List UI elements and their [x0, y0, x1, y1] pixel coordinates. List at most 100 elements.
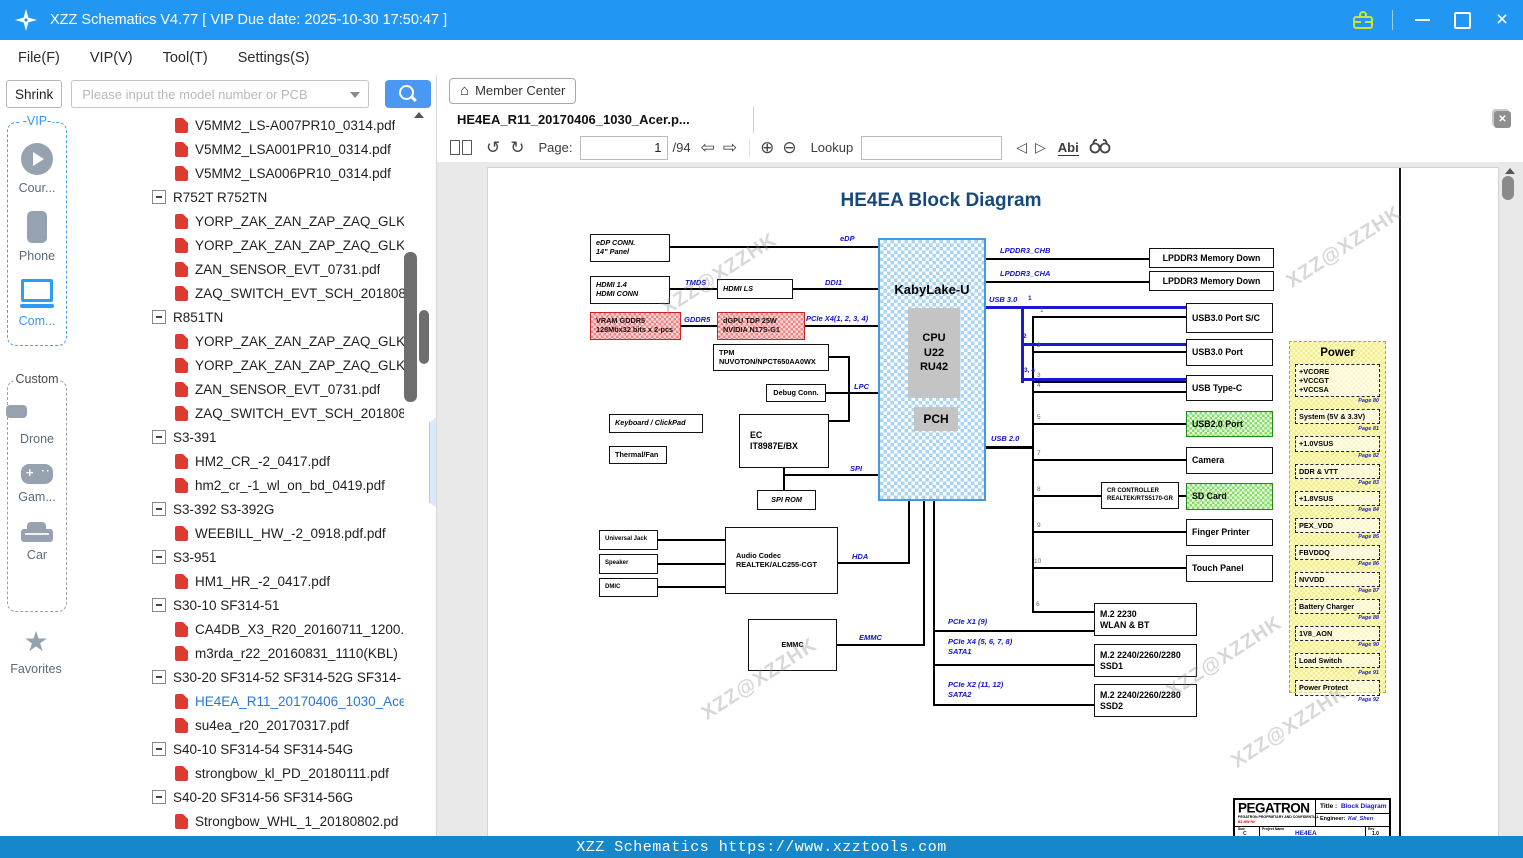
sidebar-item-computer[interactable]: Com... [8, 279, 66, 328]
tree-item[interactable]: CA4DB_X3_R20_20160711_1200. [72, 617, 404, 641]
tree-item[interactable]: ZAQ_SWITCH_EVT_SCH_2018080 [72, 281, 404, 305]
collapse-icon[interactable] [152, 742, 166, 756]
tree-item[interactable]: ZAN_SENSOR_EVT_0731.pdf [72, 257, 404, 281]
diagram-box: Finger Printer [1186, 519, 1273, 546]
shrink-button[interactable]: Shrink [6, 80, 63, 108]
zoom-in-icon[interactable]: ⊕ [760, 139, 774, 156]
tree-item[interactable]: YORP_ZAK_ZAN_ZAP_ZAQ_GLK_ [72, 329, 404, 353]
diagram-box-cpu: CPU U22 RU42 [908, 308, 960, 398]
model-search-input[interactable] [80, 85, 369, 103]
tree-item[interactable]: S40-10 SF314-54 SF314-54G [72, 737, 404, 761]
pdf-scroll-up-icon[interactable] [1505, 168, 1515, 174]
tree-item[interactable]: WEEBILL_HW_-2_0918.pdf.pdf [72, 521, 404, 545]
tree-item[interactable]: Strongbow_WHL_1_20180802.pd [72, 809, 404, 833]
tree-item[interactable]: S40-20 SF314-56 SF314-56G [72, 785, 404, 809]
menu-item[interactable]: Tool(T) [163, 50, 208, 66]
chevron-down-icon[interactable] [350, 92, 361, 98]
tree-item[interactable]: HM1_HR_-2_0417.pdf [72, 569, 404, 593]
sidebar-item-car[interactable]: Car [8, 520, 66, 562]
tree-item[interactable]: ZAN_SENSOR_EVT_0731.pdf [72, 377, 404, 401]
tree-item[interactable]: S30-10 SF314-51 [72, 593, 404, 617]
collapse-icon[interactable] [152, 790, 166, 804]
pdf-scrollbar-thumb[interactable] [1502, 176, 1514, 200]
sidebar-item-phone[interactable]: Phone [8, 211, 66, 263]
close-tab-icon[interactable]: ✕ [1494, 111, 1511, 128]
play-icon [21, 143, 53, 175]
tree-scroll-up-icon[interactable] [414, 112, 424, 118]
lookup-input[interactable] [861, 135, 1003, 160]
page-number-input[interactable] [580, 135, 669, 160]
collapse-icon[interactable] [152, 550, 166, 564]
rotate-left-icon[interactable]: ↺ [486, 139, 500, 156]
tree-item[interactable]: V5MM2_LS-A007PR10_0314.pdf [72, 113, 404, 137]
pdf-icon [175, 141, 188, 157]
sidebar-item-favorites[interactable]: ★ Favorites [7, 628, 65, 677]
close-button[interactable]: × [1491, 9, 1513, 31]
wire [933, 704, 1094, 706]
maximize-button[interactable] [1451, 9, 1473, 31]
match-case-toggle[interactable]: Abi [1057, 140, 1079, 156]
tree-item[interactable]: ZAQ_SWITCH_EVT_SCH_2018080 [72, 401, 404, 425]
sidebar-item-courses[interactable]: Cour... [8, 143, 66, 195]
tree-item[interactable]: S30-20 SF314-52 SF314-52G SF314- [72, 665, 404, 689]
collapse-icon[interactable] [152, 598, 166, 612]
model-search-combo[interactable] [71, 80, 370, 108]
inner-scrollbar-thumb[interactable] [419, 310, 429, 364]
member-center-button[interactable]: ⌂ Member Center [449, 77, 577, 104]
menu-item[interactable]: File(F) [18, 50, 60, 66]
document-tab[interactable]: HE4EA_R11_20170406_1030_Acer.p... [437, 106, 754, 133]
pdf-icon [175, 285, 188, 301]
tree-item[interactable]: YORP_ZAK_ZAN_ZAP_ZAQ_GLK_ [72, 233, 404, 257]
custom-group-label: Custom [13, 372, 61, 386]
tree-item-label: YORP_ZAK_ZAN_ZAP_ZAQ_GLK_ [195, 213, 404, 229]
pdf-icon [175, 645, 188, 661]
rotate-right-icon[interactable]: ↻ [510, 139, 524, 156]
menu-item[interactable]: Settings(S) [238, 50, 310, 66]
tree-item[interactable]: strongbow_kl_PD_20180111.pdf [72, 761, 404, 785]
wire [829, 420, 850, 422]
minimize-button[interactable] [1411, 9, 1433, 31]
tree-item[interactable]: YORP_ZAK_ZAN_ZAP_ZAQ_GLK_ [72, 209, 404, 233]
tree-item[interactable]: hm2_cr_-1_wl_on_bd_0419.pdf [72, 473, 404, 497]
power-item: 1V8_AON Page 90 [1295, 626, 1380, 648]
collapse-icon[interactable] [152, 502, 166, 516]
tree-item[interactable]: R752T R752TN [72, 185, 404, 209]
sidebar-item-game[interactable]: Gam... [8, 464, 66, 504]
search-button[interactable] [385, 80, 432, 108]
tree-item[interactable]: su4ea_r20_20170317.pdf [72, 713, 404, 737]
tree-item[interactable]: S3-391 [72, 425, 404, 449]
tree-item[interactable]: R851TN [72, 305, 404, 329]
tree-item[interactable]: m3rda_r22_20160831_1110(KBL) [72, 641, 404, 665]
menu-item[interactable]: VIP(V) [90, 50, 133, 66]
tree-item[interactable]: V5MM2_LSA001PR10_0314.pdf [72, 137, 404, 161]
next-page-icon[interactable]: ⇨ [723, 139, 737, 156]
collapse-icon[interactable] [152, 430, 166, 444]
collapse-icon[interactable] [152, 310, 166, 324]
zoom-out-icon[interactable]: ⊖ [782, 139, 796, 156]
collapse-icon[interactable] [152, 190, 166, 204]
tree-item[interactable]: YORP_ZAK_ZAN_ZAP_ZAQ_GLK_ [72, 353, 404, 377]
tree-scrollbar-thumb[interactable] [404, 252, 417, 402]
prev-page-icon[interactable]: ⇦ [701, 139, 715, 156]
two-page-view-icon[interactable] [450, 140, 472, 155]
tree-item[interactable]: S3-951 [72, 545, 404, 569]
power-item: FBVDDQ Page 86 [1295, 544, 1380, 567]
title-bar: XZZ Schematics V4.77 [ VIP Due date: 202… [0, 0, 1523, 40]
diagram-box: M.2 2230 WLAN & BT [1094, 603, 1197, 636]
sidebar-item-drone[interactable]: Drone [8, 399, 66, 446]
collapse-icon[interactable] [152, 670, 166, 684]
tree-item[interactable]: HM2_CR_-2_0417.pdf [72, 449, 404, 473]
find-next-icon[interactable]: ▷ [1035, 139, 1046, 156]
tree-item[interactable]: V5MM2_LSA006PR10_0314.pdf [72, 161, 404, 185]
tree-item[interactable]: HE4EA_R11_20170406_1030_Ace [72, 689, 404, 713]
briefcase-icon[interactable] [1352, 9, 1374, 31]
laptop-icon [20, 279, 54, 308]
binoculars-icon[interactable] [1089, 138, 1111, 157]
tree-item-label: ZAQ_SWITCH_EVT_SCH_2018080 [195, 405, 404, 421]
diagram-box: CR CONTROLLER REALTEK/RTS5170-GR [1101, 482, 1179, 509]
tree-item-label: S3-392 S3-392G [173, 501, 275, 517]
tree-item[interactable]: S3-392 S3-392G [72, 497, 404, 521]
power-item: System (5V & 3.3V) Page 81 [1295, 409, 1380, 432]
wire [1034, 567, 1186, 569]
find-prev-icon[interactable]: ◁ [1016, 139, 1027, 156]
